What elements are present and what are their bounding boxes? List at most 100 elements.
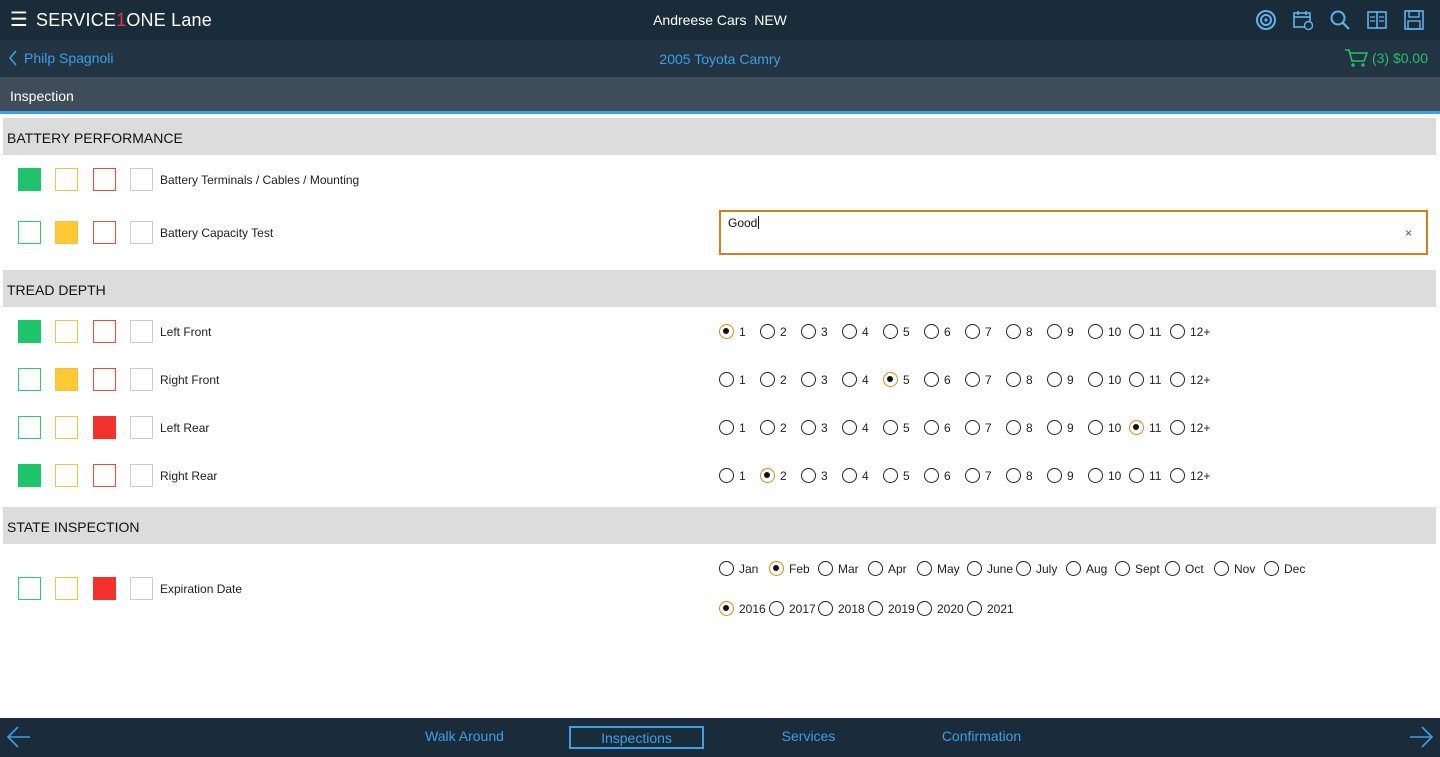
radio-option[interactable]: Sept: [1115, 561, 1165, 576]
radio-option[interactable]: 2021: [967, 601, 1017, 616]
radio-button[interactable]: [1006, 324, 1021, 339]
radio-button[interactable]: [1006, 372, 1021, 387]
radio-button[interactable]: [1047, 324, 1062, 339]
radio-button[interactable]: [801, 324, 816, 339]
search-icon[interactable]: [1321, 8, 1358, 32]
radio-option[interactable]: 3: [801, 372, 842, 387]
radio-button[interactable]: [924, 420, 939, 435]
radio-option[interactable]: 2: [760, 324, 801, 339]
radio-button[interactable]: [719, 324, 734, 339]
radio-option[interactable]: 3: [801, 324, 842, 339]
radio-button[interactable]: [883, 324, 898, 339]
radio-button[interactable]: [965, 324, 980, 339]
radio-option[interactable]: Oct: [1165, 561, 1214, 576]
radio-button[interactable]: [1088, 420, 1103, 435]
radio-option[interactable]: Feb: [769, 561, 818, 576]
radio-option[interactable]: 5: [883, 372, 924, 387]
radio-option[interactable]: 10: [1088, 420, 1129, 435]
status-yellow-box[interactable]: [55, 320, 78, 343]
radio-option[interactable]: 8: [1006, 324, 1047, 339]
radio-button[interactable]: [760, 372, 775, 387]
radio-button[interactable]: [883, 372, 898, 387]
radio-button[interactable]: [1066, 561, 1081, 576]
radio-button[interactable]: [1088, 468, 1103, 483]
radio-option[interactable]: 12+: [1170, 324, 1220, 339]
radio-button[interactable]: [924, 372, 939, 387]
radio-button[interactable]: [1088, 372, 1103, 387]
radio-option[interactable]: 12+: [1170, 372, 1220, 387]
battery-capacity-note-input[interactable]: Good ×: [719, 210, 1428, 255]
radio-option[interactable]: 7: [965, 468, 1006, 483]
radio-button[interactable]: [818, 561, 833, 576]
radio-option[interactable]: 4: [842, 420, 883, 435]
status-yellow-box[interactable]: [55, 368, 78, 391]
radio-button[interactable]: [1165, 561, 1180, 576]
radio-button[interactable]: [1129, 468, 1144, 483]
radio-button[interactable]: [1115, 561, 1130, 576]
radio-option[interactable]: 11: [1129, 468, 1170, 483]
tab-services[interactable]: Services: [741, 726, 876, 749]
radio-option[interactable]: 11: [1129, 420, 1170, 435]
status-red-box[interactable]: [93, 320, 116, 343]
radio-button[interactable]: [1129, 372, 1144, 387]
radio-button[interactable]: [917, 561, 932, 576]
radio-button[interactable]: [1129, 324, 1144, 339]
status-none-box[interactable]: [130, 168, 153, 191]
radio-option[interactable]: 4: [842, 372, 883, 387]
radio-option[interactable]: July: [1016, 561, 1066, 576]
radio-button[interactable]: [868, 561, 883, 576]
radio-button[interactable]: [760, 324, 775, 339]
radio-option[interactable]: 12+: [1170, 420, 1220, 435]
status-yellow-box[interactable]: [55, 464, 78, 487]
radio-button[interactable]: [1047, 372, 1062, 387]
radio-option[interactable]: 5: [883, 468, 924, 483]
radio-button[interactable]: [965, 420, 980, 435]
radio-button[interactable]: [924, 324, 939, 339]
radio-option[interactable]: 6: [924, 420, 965, 435]
status-red-box[interactable]: [93, 577, 116, 600]
radio-option[interactable]: 9: [1047, 468, 1088, 483]
radio-button[interactable]: [1047, 468, 1062, 483]
radio-option[interactable]: 1: [719, 420, 760, 435]
status-none-box[interactable]: [130, 320, 153, 343]
arrow-left-icon[interactable]: [6, 726, 32, 753]
radio-button[interactable]: [801, 420, 816, 435]
tab-confirmation[interactable]: Confirmation: [914, 726, 1049, 749]
radio-option[interactable]: 11: [1129, 372, 1170, 387]
radio-button[interactable]: [818, 601, 833, 616]
radio-option[interactable]: 8: [1006, 420, 1047, 435]
status-green-box[interactable]: [18, 416, 41, 439]
radio-option[interactable]: 2: [760, 372, 801, 387]
radio-option[interactable]: 2020: [917, 601, 967, 616]
status-red-box[interactable]: [93, 168, 116, 191]
radio-button[interactable]: [842, 468, 857, 483]
radio-button[interactable]: [1170, 468, 1185, 483]
radio-button[interactable]: [842, 420, 857, 435]
status-none-box[interactable]: [130, 368, 153, 391]
radio-button[interactable]: [1170, 420, 1185, 435]
tab-walk-around[interactable]: Walk Around: [397, 726, 532, 749]
radio-option[interactable]: 1: [719, 468, 760, 483]
radio-option[interactable]: Dec: [1264, 561, 1314, 576]
radio-button[interactable]: [1016, 561, 1031, 576]
radio-option[interactable]: 2: [760, 468, 801, 483]
status-none-box[interactable]: [130, 577, 153, 600]
radio-button[interactable]: [1088, 324, 1103, 339]
radio-button[interactable]: [1006, 468, 1021, 483]
radio-option[interactable]: 10: [1088, 324, 1129, 339]
status-red-box[interactable]: [93, 221, 116, 244]
radio-option[interactable]: June: [967, 561, 1016, 576]
status-red-box[interactable]: [93, 416, 116, 439]
status-green-box[interactable]: [18, 168, 41, 191]
radio-option[interactable]: 3: [801, 420, 842, 435]
radio-button[interactable]: [1047, 420, 1062, 435]
radio-option[interactable]: 2: [760, 420, 801, 435]
radio-button[interactable]: [924, 468, 939, 483]
radio-option[interactable]: 7: [965, 324, 1006, 339]
status-green-box[interactable]: [18, 464, 41, 487]
status-green-box[interactable]: [18, 221, 41, 244]
cart-button[interactable]: (3) $0.00: [1344, 48, 1428, 68]
status-green-box[interactable]: [18, 368, 41, 391]
radio-option[interactable]: Mar: [818, 561, 868, 576]
radio-option[interactable]: 5: [883, 324, 924, 339]
